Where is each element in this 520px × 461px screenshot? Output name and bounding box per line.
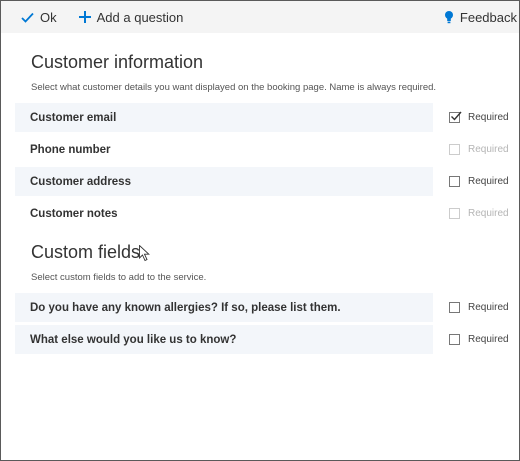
anything-else-question-row: What else would you like us to know? Req…	[15, 325, 519, 354]
customer-info-description: Select what customer details you want di…	[31, 82, 437, 93]
required-label: Required	[468, 334, 509, 345]
required-label: Required	[468, 176, 509, 187]
customer-notes-row: Customer notes Required	[15, 199, 519, 228]
customer-address-required-checkbox[interactable]	[449, 176, 460, 187]
row-label: Phone number	[30, 143, 111, 156]
row-label: Do you have any known allergies? If so, …	[15, 293, 433, 322]
phone-number-row: Phone number Required	[15, 135, 519, 164]
toolbar: Ok Add a question Feedback	[1, 1, 519, 33]
anything-else-required-checkbox[interactable]	[449, 334, 460, 345]
customer-notes-required-checkbox	[449, 208, 460, 219]
customer-email-required-checkbox[interactable]	[449, 111, 462, 123]
required-label: Required	[468, 144, 509, 155]
ok-button[interactable]: Ok	[1, 1, 65, 33]
mouse-cursor-icon	[139, 245, 150, 262]
customer-info-title: Customer information	[31, 52, 204, 72]
required-label: Required	[468, 112, 509, 123]
add-question-label: Add a question	[96, 9, 184, 25]
feedback-button[interactable]: Feedback	[436, 1, 519, 33]
checkmark-icon	[21, 12, 34, 23]
row-label: Customer notes	[30, 207, 118, 220]
feedback-label: Feedback	[459, 9, 517, 25]
allergies-required: Required	[449, 293, 509, 322]
phone-number-required: Required	[449, 135, 509, 164]
required-label: Required	[468, 208, 509, 219]
checkmark-icon	[451, 111, 462, 121]
row-label: Customer email	[15, 103, 433, 132]
add-question-button[interactable]: Add a question	[71, 1, 192, 33]
ok-label: Ok	[40, 9, 57, 25]
booking-form-window: Ok Add a question Feedback Customer info…	[0, 0, 520, 461]
phone-number-required-checkbox	[449, 144, 460, 155]
allergies-required-checkbox[interactable]	[449, 302, 460, 313]
customer-notes-required: Required	[449, 199, 509, 228]
lightbulb-icon	[444, 11, 453, 24]
customer-email-row: Customer email Required	[15, 103, 519, 132]
customer-address-row: Customer address Required	[15, 167, 519, 196]
plus-icon	[78, 11, 91, 23]
row-label: Customer address	[15, 167, 433, 196]
customer-email-required: Required	[449, 103, 509, 132]
row-label: What else would you like us to know?	[15, 325, 433, 354]
required-label: Required	[468, 302, 509, 313]
customer-address-required: Required	[449, 167, 509, 196]
form-content: Customer information Select what custome…	[1, 33, 519, 354]
allergies-question-row: Do you have any known allergies? If so, …	[15, 293, 519, 322]
custom-fields-title: Custom fields	[31, 242, 141, 262]
anything-else-required: Required	[449, 325, 509, 354]
custom-fields-description: Select custom fields to add to the servi…	[31, 272, 207, 283]
